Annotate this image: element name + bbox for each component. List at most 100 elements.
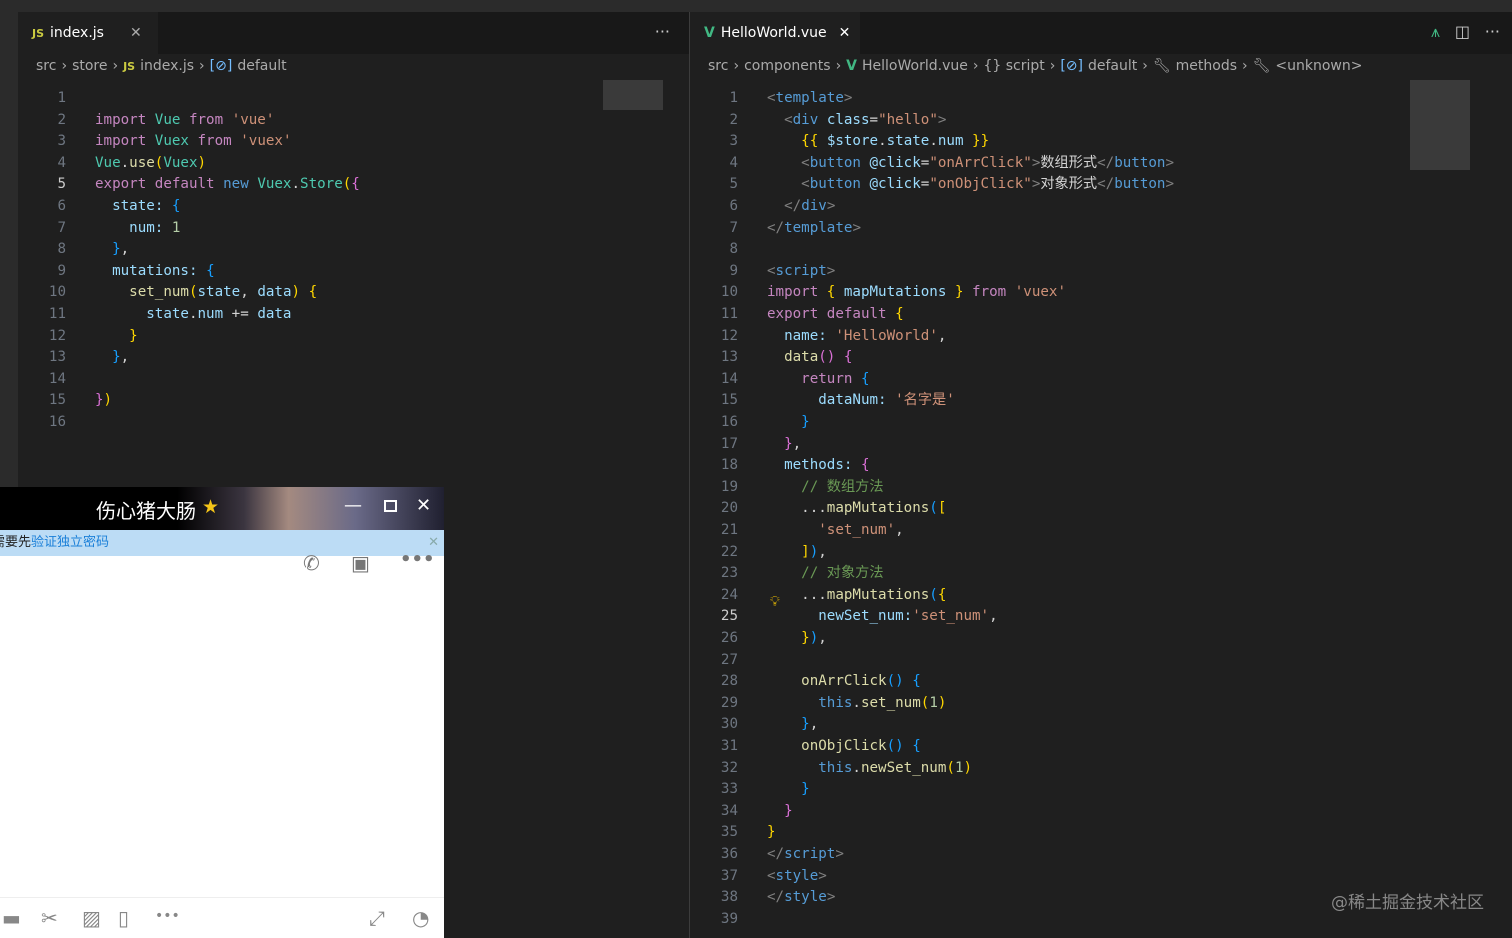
right-editor: V HelloWorld.vue ✕ ⩚ ◫ ··· src › componen…: [690, 12, 1512, 938]
expand-icon[interactable]: ⤢: [369, 906, 385, 930]
folder-icon[interactable]: ▬: [2, 906, 21, 930]
code-token: 'vuex': [240, 133, 292, 150]
code-token: default: [826, 306, 887, 322]
line-number: 27: [720, 651, 738, 668]
code-token: button: [809, 176, 861, 193]
code-token: (): [886, 738, 904, 754]
history-clock-icon[interactable]: ◔: [412, 906, 429, 930]
code-token: data: [257, 284, 292, 301]
line-number: 24: [720, 586, 738, 603]
maximize-icon[interactable]: [384, 500, 397, 512]
code-token: state: [112, 198, 155, 214]
close-icon[interactable]: ✕: [416, 495, 431, 516]
line-number: 4: [729, 154, 738, 171]
code-token: {: [351, 176, 360, 193]
code-token: "hello": [878, 111, 938, 128]
breadcrumb-item[interactable]: HelloWorld.vue: [862, 58, 968, 74]
line-number: 31: [720, 738, 738, 754]
more-icon[interactable]: •••: [155, 908, 180, 924]
screenshot-icon[interactable]: ✂: [41, 906, 58, 930]
verify-password-link[interactable]: 验证独立密码: [31, 535, 109, 550]
vue-preview-icon[interactable]: ⩚: [1431, 22, 1440, 42]
code-line: 23 // 对象方法: [690, 563, 1512, 585]
breadcrumb-item[interactable]: default: [1088, 58, 1137, 74]
line-text: }: [95, 326, 138, 348]
phone-icon[interactable]: ✆: [303, 551, 320, 575]
code-token: num: [129, 219, 155, 236]
code-token: {: [171, 198, 181, 214]
breadcrumb-item[interactable]: src: [36, 58, 56, 74]
code-token: {: [860, 457, 870, 474]
code-token: 'vue': [231, 111, 275, 128]
shake-icon[interactable]: ▯: [118, 906, 129, 930]
tab-helloworld-vue[interactable]: V HelloWorld.vue ✕: [690, 12, 860, 54]
code-token: >: [835, 846, 844, 862]
video-icon[interactable]: ▣: [351, 551, 370, 575]
line-number: 3: [57, 133, 66, 150]
code-token: "onObjClick": [929, 176, 1032, 193]
line-number: 7: [729, 219, 738, 236]
close-icon[interactable]: ✕: [130, 25, 142, 41]
more-actions-icon[interactable]: ···: [1485, 22, 1500, 41]
code-token: @click: [869, 176, 921, 193]
minimap[interactable]: [603, 80, 663, 110]
line-text: // 对象方法: [767, 563, 883, 585]
code-token: export: [95, 176, 147, 193]
more-icon[interactable]: •••: [400, 549, 435, 570]
code-line: 10 set_num(state, data) {: [18, 282, 690, 304]
breadcrumb-item[interactable]: store: [72, 58, 107, 74]
breadcrumb-item[interactable]: components: [744, 58, 831, 74]
code-token: state: [146, 306, 189, 322]
line-text: },: [95, 239, 129, 261]
breadcrumb: src › components › V HelloWorld.vue › {} scr…: [708, 58, 1363, 74]
notice-bar: 需要先验证独立密码 ✕: [0, 530, 444, 556]
code-token: =: [869, 111, 879, 128]
code-token: .: [291, 176, 301, 193]
code-token: +=: [223, 306, 258, 322]
breadcrumb-item[interactable]: default: [237, 58, 286, 74]
line-text: state.num += data: [95, 304, 291, 326]
code-line: 25 newSet_num:'set_num',: [690, 606, 1512, 628]
breadcrumb-item[interactable]: src: [708, 58, 728, 74]
line-text: <button @click="onObjClick">对象形式</button…: [767, 174, 1174, 196]
close-icon[interactable]: ✕: [839, 25, 851, 41]
breadcrumb-item[interactable]: {} script: [983, 58, 1044, 74]
breadcrumb-item[interactable]: <unknown>: [1275, 58, 1362, 74]
code-token: "onArrClick": [929, 154, 1032, 171]
code-token: script: [784, 846, 836, 862]
line-text: set_num(state, data) {: [95, 282, 317, 304]
breadcrumb-item[interactable]: methods: [1176, 58, 1237, 74]
more-actions-icon[interactable]: ···: [655, 22, 670, 41]
code-token: >: [818, 867, 827, 884]
qq-title-bar[interactable]: 伤心猪大肠 ★ — ✕: [0, 487, 444, 530]
line-number: 25: [720, 608, 738, 625]
code-line: 28 onArrClick() {: [690, 671, 1512, 693]
js-icon: JS: [32, 26, 45, 40]
split-editor-icon[interactable]: ◫: [1455, 22, 1470, 41]
image-icon[interactable]: ▨: [82, 906, 101, 930]
line-text: <template>: [767, 88, 852, 110]
minimize-icon[interactable]: —: [344, 495, 362, 516]
tab-index-js[interactable]: JS index.js ✕: [18, 12, 158, 54]
line-number: 14: [720, 370, 738, 387]
code-token: style: [784, 889, 827, 906]
minimap[interactable]: [1410, 80, 1470, 170]
line-number: 12: [48, 327, 66, 344]
breadcrumb-item[interactable]: index.js: [140, 58, 194, 74]
code-line: 7 </template>: [690, 218, 1512, 240]
code-token: num: [197, 306, 224, 322]
lightbulb-icon[interactable]: 💡︎: [770, 594, 780, 610]
code-token: ): [291, 284, 301, 301]
tab-bar: JS index.js ✕ ···: [18, 12, 690, 54]
